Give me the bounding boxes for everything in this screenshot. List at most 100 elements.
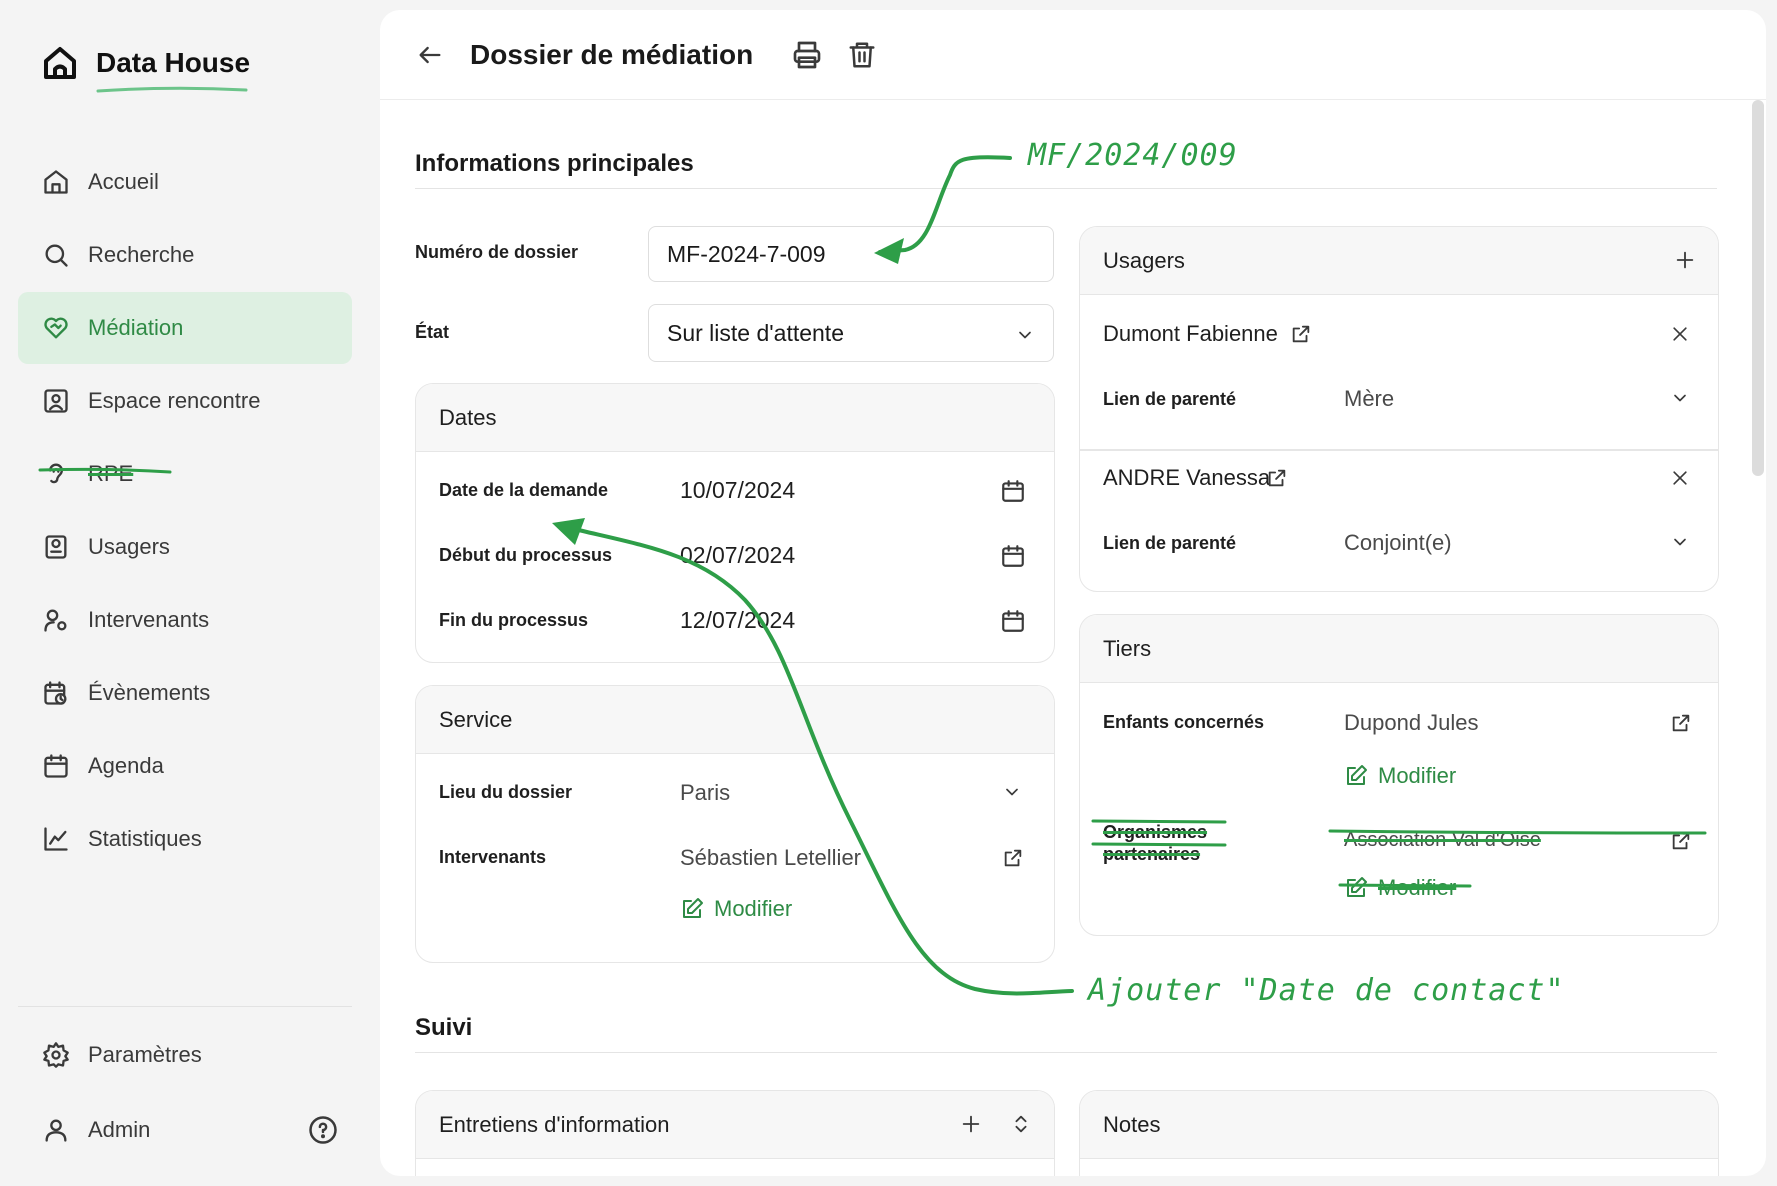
scrollbar[interactable]: [1752, 100, 1764, 476]
section-divider: [415, 188, 1717, 189]
edit-icon: [683, 898, 703, 918]
chevron-down-icon: [1019, 331, 1031, 339]
sidebar-item-parametres[interactable]: Paramètres: [18, 1018, 352, 1092]
usagers-card: Usagers Dumont Fabienne Lien de parenté …: [1079, 226, 1719, 592]
organismes-label-line-2: partenaires: [1103, 844, 1201, 864]
external-link-icon[interactable]: [1670, 830, 1692, 852]
sidebar-item-statistiques[interactable]: Statistiques: [18, 803, 352, 875]
service-modify-button[interactable]: Modifier: [680, 896, 792, 922]
edit-icon: [1347, 765, 1367, 785]
user-card-icon: [45, 535, 67, 559]
usagers-card-title: Usagers: [1103, 247, 1185, 273]
print-icon[interactable]: [791, 39, 823, 71]
etat-label: État: [415, 322, 450, 342]
section-title-suivi: Suivi: [415, 1014, 473, 1041]
usager-name[interactable]: Dumont Fabienne: [1103, 321, 1278, 347]
etat-select[interactable]: Sur liste d'attente: [648, 304, 1054, 362]
calendar-icon: [44, 754, 68, 778]
calendar-icon[interactable]: [1000, 608, 1026, 634]
etat-value: Sur liste d'attente: [667, 319, 844, 346]
sidebar-item-label: Intervenants: [88, 607, 210, 632]
external-link-icon[interactable]: [1670, 712, 1692, 734]
date-demande-label: Date de la demande: [439, 480, 609, 500]
dossier-number-value: MF-2024-7-009: [667, 240, 826, 267]
close-icon[interactable]: [1670, 468, 1690, 488]
enfants-concernes-value[interactable]: Dupond Jules: [1344, 710, 1479, 736]
tiers-card-title: Tiers: [1103, 635, 1152, 661]
section-divider: [415, 1052, 1717, 1053]
home-icon: [44, 170, 68, 194]
sidebar-item-label: Recherche: [88, 242, 195, 267]
sidebar-item-usagers[interactable]: Usagers: [18, 511, 352, 583]
contact-icon: [44, 389, 68, 413]
sidebar-item-admin[interactable]: Admin: [18, 1093, 352, 1167]
sidebar-item-espace-rencontre[interactable]: Espace rencontre: [18, 365, 352, 437]
entretiens-card-header: Entretiens d'information: [416, 1091, 1054, 1159]
usagers-card-header: Usagers: [1080, 227, 1718, 295]
back-arrow-icon[interactable]: [416, 41, 444, 69]
page-header: Dossier de médiation: [380, 10, 1766, 100]
dates-card-title: Dates: [439, 404, 497, 430]
external-link-icon[interactable]: [1002, 847, 1024, 869]
lieu-dossier-value[interactable]: Paris: [680, 780, 730, 806]
service-card-header: Service: [416, 686, 1054, 754]
sidebar-item-recherche[interactable]: Recherche: [18, 219, 352, 291]
sidebar-item-label: Admin: [88, 1117, 151, 1142]
dates-card: Dates Date de la demande 10/07/2024 Débu…: [415, 383, 1055, 663]
tiers-modify-button[interactable]: Modifier: [1344, 763, 1456, 789]
house-logo-icon: [44, 47, 76, 79]
sidebar-item-label: Usagers: [88, 534, 170, 559]
sidebar-item-agenda[interactable]: Agenda: [18, 730, 352, 802]
dates-card-header: Dates: [416, 384, 1054, 452]
notes-card: Notes: [1079, 1090, 1719, 1176]
sidebar: Data House Accueil Recherche Médiation E…: [0, 0, 378, 1186]
plus-icon[interactable]: [1674, 249, 1696, 271]
sidebar-item-intervenants[interactable]: Intervenants: [18, 584, 352, 656]
annotation-dossier-note: MF/2024/009: [1028, 138, 1238, 173]
close-icon[interactable]: [1670, 324, 1690, 344]
app-logo[interactable]: Data House: [42, 44, 250, 82]
gear-icon: [43, 1042, 69, 1068]
enfants-concernes-label: Enfants concernés: [1103, 712, 1265, 732]
logo-underline-decoration: [96, 86, 248, 93]
user-gear-icon: [44, 609, 67, 632]
lien-parente-value[interactable]: Conjoint(e): [1344, 530, 1452, 556]
sidebar-item-mediation[interactable]: Médiation: [18, 292, 352, 364]
calendar-icon[interactable]: [1000, 478, 1026, 504]
chevron-down-icon[interactable]: [1002, 782, 1022, 802]
sidebar-item-label: Évènements: [88, 680, 211, 705]
search-icon: [45, 244, 68, 267]
entretiens-card: Entretiens d'information: [415, 1090, 1055, 1176]
entretiens-card-title: Entretiens d'information: [439, 1111, 670, 1137]
lien-parente-value[interactable]: Mère: [1344, 386, 1394, 412]
usager-name[interactable]: ANDRE Vanessa: [1103, 465, 1270, 491]
external-link-icon[interactable]: [1290, 323, 1312, 345]
trash-icon[interactable]: [847, 40, 877, 70]
calendar-icon[interactable]: [1000, 543, 1026, 569]
help-icon[interactable]: [308, 1115, 338, 1145]
debut-processus-value[interactable]: 02/07/2024: [680, 542, 795, 569]
dossier-number-input[interactable]: MF-2024-7-009: [648, 226, 1054, 282]
organismes-modify-button[interactable]: Modifier: [1344, 875, 1456, 901]
sidebar-item-rpe[interactable]: RPE: [18, 438, 352, 510]
intervenants-value[interactable]: Sébastien Letellier: [680, 845, 861, 871]
external-link-icon[interactable]: [1266, 467, 1288, 489]
chevron-down-icon[interactable]: [1670, 532, 1690, 552]
plus-icon[interactable]: [960, 1113, 982, 1135]
sidebar-bottom-nav: Paramètres Admin: [18, 1018, 352, 1168]
lien-parente-label: Lien de parenté: [1103, 533, 1237, 553]
sidebar-divider: [18, 1006, 352, 1007]
sidebar-item-accueil[interactable]: Accueil: [18, 146, 352, 218]
organismes-label-line-1: Organismes: [1103, 822, 1208, 842]
chevron-down-icon[interactable]: [1670, 388, 1690, 408]
chevron-up-down-icon[interactable]: [1010, 1113, 1032, 1135]
fin-processus-value[interactable]: 12/07/2024: [680, 607, 795, 634]
sidebar-item-label: Agenda: [88, 753, 164, 778]
sidebar-nav: Accueil Recherche Médiation Espace renco…: [18, 146, 352, 876]
notes-card-header: Notes: [1080, 1091, 1718, 1159]
tiers-card-header: Tiers: [1080, 615, 1718, 683]
organismes-value[interactable]: Association Val d'Oise: [1344, 829, 1541, 852]
sidebar-item-evenements[interactable]: Évènements: [18, 657, 352, 729]
date-demande-value[interactable]: 10/07/2024: [680, 477, 795, 504]
organismes-modify-label: Modifier: [1378, 875, 1457, 900]
